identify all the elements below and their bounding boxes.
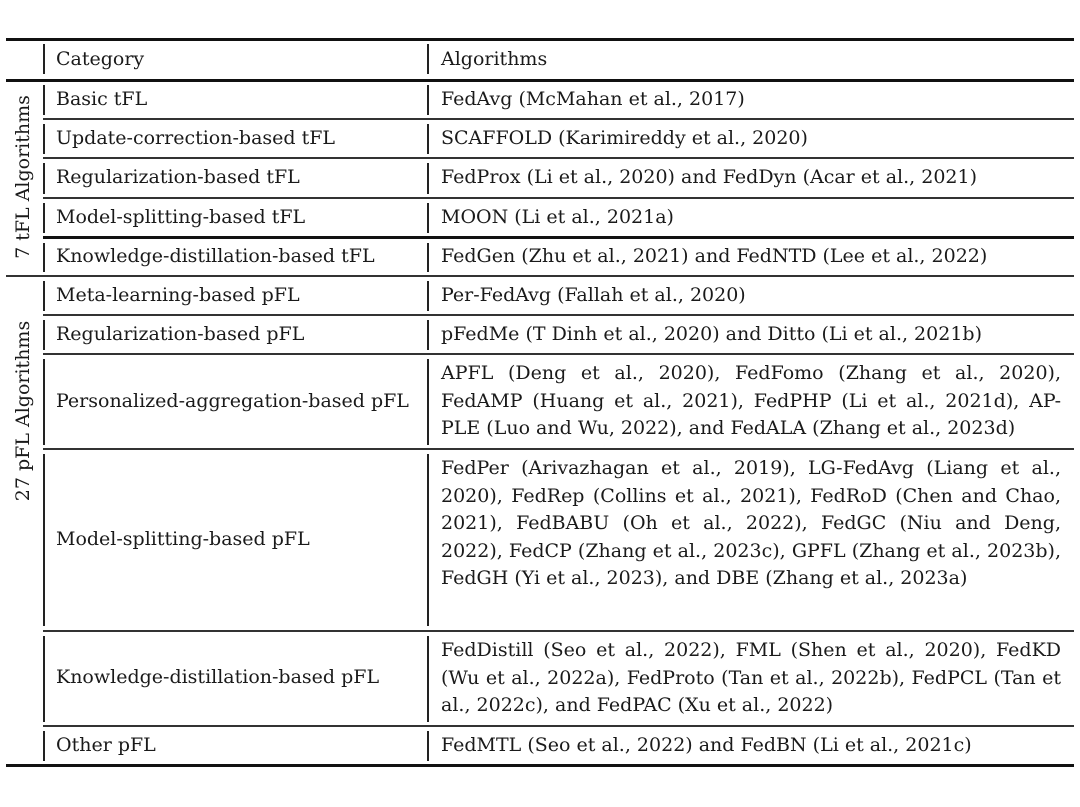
bottom-rule xyxy=(6,764,1074,767)
row-algorithms: FedDistill (Seo et al., 2022), FML (Shen… xyxy=(441,639,1061,716)
column-divider xyxy=(427,281,429,311)
header-rule xyxy=(6,79,1074,82)
row-algorithms: FedGen (Zhu et al., 2021) and FedNTD (Le… xyxy=(441,245,988,267)
group-label-tfl: 7 tFL Algorithms xyxy=(12,95,34,259)
row-divider xyxy=(43,157,1074,159)
column-divider xyxy=(427,44,429,74)
row-category: Model-splitting-based tFL xyxy=(56,206,306,228)
row-category: Regularization-based tFL xyxy=(56,166,300,188)
column-divider xyxy=(427,124,429,154)
row-algorithms: Per-FedAvg (Fallah et al., 2020) xyxy=(441,284,746,306)
row-category: Other pFL xyxy=(56,734,156,756)
column-divider xyxy=(43,636,45,722)
column-divider xyxy=(43,454,45,626)
column-divider xyxy=(43,359,45,445)
top-rule xyxy=(6,38,1074,41)
column-divider xyxy=(43,203,45,233)
column-divider xyxy=(43,44,45,74)
column-divider xyxy=(43,124,45,154)
row-algorithms: FedProx (Li et al., 2020) and FedDyn (Ac… xyxy=(441,166,977,188)
column-divider xyxy=(43,85,45,115)
column-divider xyxy=(427,454,429,626)
row-category: Meta-learning-based pFL xyxy=(56,284,300,306)
column-divider xyxy=(427,359,429,445)
column-divider xyxy=(43,731,45,761)
row-category: Regularization-based pFL xyxy=(56,323,305,345)
row-algorithms: pFedMe (T Dinh et al., 2020) and Ditto (… xyxy=(441,323,982,345)
column-divider xyxy=(43,243,45,272)
header-category: Category xyxy=(56,48,145,70)
column-divider xyxy=(427,163,429,194)
row-divider xyxy=(43,725,1074,727)
row-divider xyxy=(43,630,1074,632)
row-algorithms: FedMTL (Seo et al., 2022) and FedBN (Li … xyxy=(441,734,972,756)
row-divider xyxy=(43,448,1074,450)
row-algorithms: FedAvg (McMahan et al., 2017) xyxy=(441,88,745,110)
column-divider xyxy=(427,85,429,115)
row-category: Basic tFL xyxy=(56,88,148,110)
column-divider xyxy=(43,163,45,194)
group-label-pfl: 27 pFL Algorithms xyxy=(12,320,34,502)
row-category: Knowledge-distillation-based tFL xyxy=(56,245,375,267)
column-divider xyxy=(427,320,429,350)
row-category: Model-splitting-based pFL xyxy=(56,528,310,550)
row-algorithms: APFL (Deng et al., 2020), FedFomo (Zhang… xyxy=(441,362,1061,439)
column-divider xyxy=(427,203,429,233)
column-divider xyxy=(427,731,429,761)
row-algorithms: FedPer (Arivazhagan et al., 2019), LG-Fe… xyxy=(441,457,1061,589)
column-divider xyxy=(43,320,45,350)
row-divider xyxy=(43,118,1074,120)
row-category: Knowledge-distillation-based pFL xyxy=(56,666,380,688)
row-divider xyxy=(43,353,1074,355)
row-algorithms: MOON (Li et al., 2021a) xyxy=(441,206,674,228)
row-divider xyxy=(43,314,1074,316)
row-divider xyxy=(43,236,1074,239)
header-algorithms: Algorithms xyxy=(441,48,548,70)
group-divider xyxy=(6,275,1074,277)
row-category: Personalized-aggregation-based pFL xyxy=(56,390,409,412)
row-divider xyxy=(43,197,1074,199)
row-algorithms: SCAFFOLD (Karimireddy et al., 2020) xyxy=(441,127,808,149)
row-category: Update-correction-based tFL xyxy=(56,127,336,149)
column-divider xyxy=(43,281,45,311)
column-divider xyxy=(427,243,429,272)
column-divider xyxy=(427,636,429,722)
